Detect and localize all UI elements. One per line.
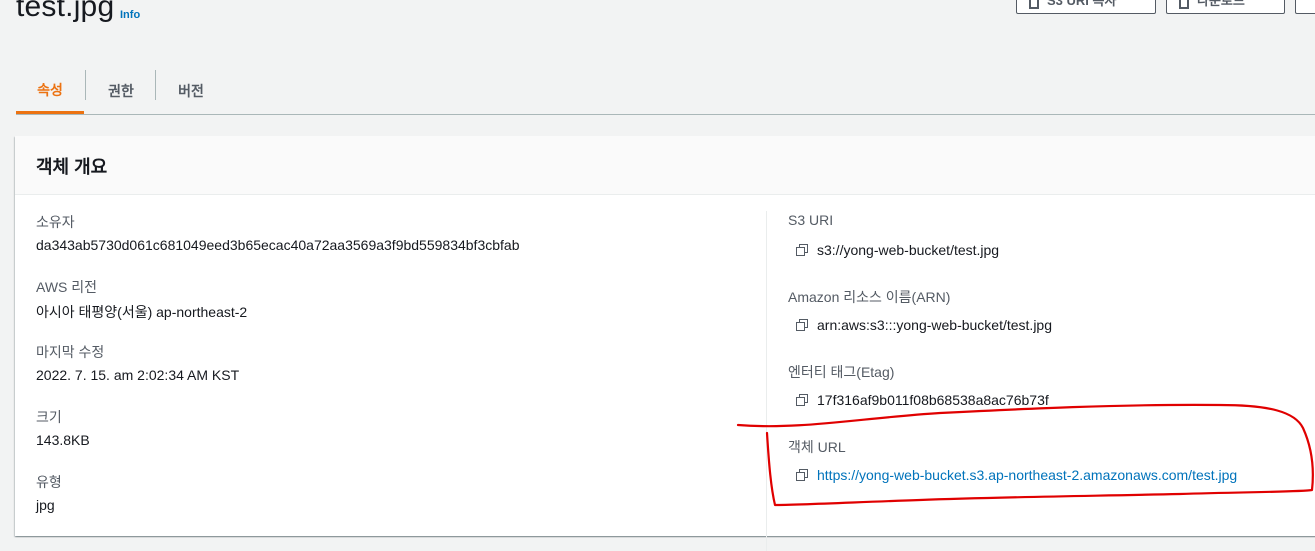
info-link[interactable]: Info	[120, 9, 140, 21]
more-button[interactable]	[1295, 0, 1315, 14]
column-divider	[766, 211, 767, 551]
type-label: 유형	[36, 474, 62, 490]
object-overview-panel: 객체 개요 소유자 da343ab5730d061c681049eed3b65e…	[15, 136, 1315, 551]
object-url-row: https://yong-web-bucket.s3.ap-northeast-…	[796, 467, 1237, 483]
etag-value: 17f316af9b011f08b68538a8ac76b73f	[817, 392, 1049, 408]
tab-permissions[interactable]: 권한	[88, 68, 154, 114]
panel-header: 객체 개요	[15, 136, 1315, 195]
region-label: AWS 리전	[36, 279, 98, 295]
object-url-link[interactable]: https://yong-web-bucket.s3.ap-northeast-…	[817, 467, 1237, 483]
copy-icon[interactable]	[796, 468, 809, 482]
owner-value: da343ab5730d061c681049eed3b65ecac40a72aa…	[36, 237, 520, 253]
tab-separator	[155, 70, 156, 100]
copy-s3-uri-button[interactable]: S3 URI 복사	[1016, 0, 1156, 14]
etag-row: 17f316af9b011f08b68538a8ac76b73f	[796, 392, 1049, 408]
tab-bar: 속성 권한 버전	[16, 60, 1315, 115]
arn-label: Amazon 리소스 이름(ARN)	[788, 289, 951, 305]
download-icon	[1179, 0, 1189, 9]
s3-uri-value: s3://yong-web-bucket/test.jpg	[817, 242, 1000, 258]
tab-versions[interactable]: 버전	[158, 68, 224, 114]
type-value: jpg	[36, 497, 55, 513]
size-value: 143.8KB	[36, 432, 90, 448]
download-label: 다운로드	[1197, 0, 1245, 8]
region-value: 아시아 태평양(서울) ap-northeast-2	[36, 304, 248, 320]
tab-separator	[85, 70, 86, 100]
last-modified-value: 2022. 7. 15. am 2:02:34 AM KST	[36, 367, 240, 383]
page-title: test.jpg	[16, 0, 115, 23]
owner-label: 소유자	[36, 214, 75, 230]
s3-uri-row: s3://yong-web-bucket/test.jpg	[796, 242, 999, 258]
arn-row: arn:aws:s3:::yong-web-bucket/test.jpg	[796, 317, 1052, 333]
copy-s3-uri-label: S3 URI 복사	[1047, 0, 1117, 8]
tab-properties[interactable]: 속성	[16, 68, 84, 114]
etag-label: 엔터티 태그(Etag)	[788, 364, 895, 380]
copy-icon[interactable]	[796, 393, 809, 407]
download-button[interactable]: 다운로드	[1166, 0, 1285, 14]
s3-uri-label: S3 URI	[788, 212, 834, 228]
object-url-label: 객체 URL	[788, 439, 846, 455]
copy-icon[interactable]	[796, 318, 809, 332]
copy-icon	[1029, 0, 1039, 9]
arn-value: arn:aws:s3:::yong-web-bucket/test.jpg	[817, 317, 1053, 333]
last-modified-label: 마지막 수정	[36, 344, 105, 360]
size-label: 크기	[36, 409, 62, 425]
copy-icon[interactable]	[796, 243, 809, 257]
panel-title: 객체 개요	[36, 157, 108, 177]
tabs-underline	[16, 114, 1315, 115]
